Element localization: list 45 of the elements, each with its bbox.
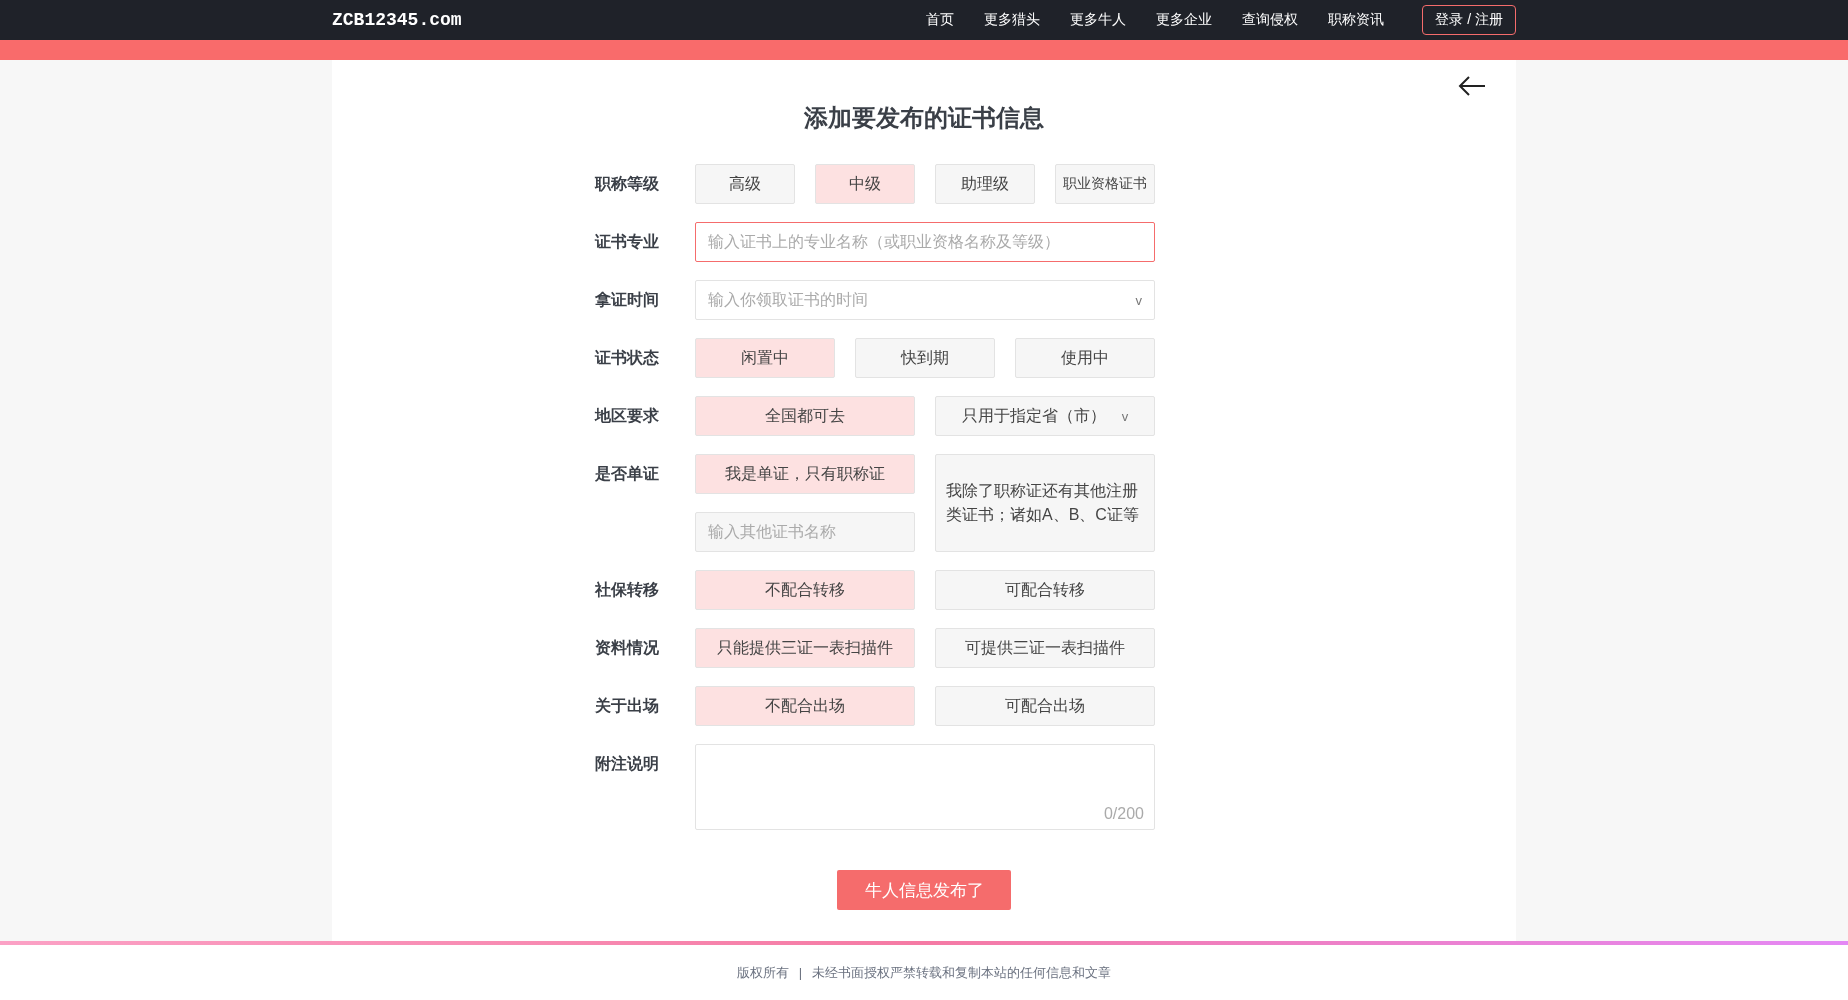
option-button[interactable]: 不配合出场 [695,686,915,726]
option-button[interactable]: 全国都可去 [695,396,915,436]
nav-link[interactable]: 更多牛人 [1070,11,1127,29]
field-label: 职称等级 [595,174,660,194]
field-label: 地区要求 [595,406,660,426]
date-select[interactable]: 输入你领取证书的时间 v [695,280,1155,320]
option-button[interactable]: 助理级 [935,164,1035,204]
nav-link[interactable]: 首页 [926,11,955,29]
nav-link[interactable]: 查询侵权 [1242,11,1299,29]
province-dropdown[interactable]: 只用于指定省（市） v [935,396,1155,436]
field-label: 附注说明 [595,754,660,774]
option-button[interactable]: 使用中 [1015,338,1155,378]
field-label: 证书专业 [595,232,660,252]
caret-icon: v [1121,408,1129,424]
login-button[interactable]: 登录 / 注册 [1422,5,1516,35]
char-counter: 0/200 [1103,805,1144,823]
option-button[interactable]: 不配合转移 [695,570,915,610]
option-button[interactable]: 可提供三证一表扫描件 [935,628,1155,668]
option-button[interactable]: 可配合转移 [935,570,1155,610]
field-label: 拿证时间 [595,290,660,310]
option-button[interactable]: 闲置中 [695,338,835,378]
nav-link[interactable]: 职称资讯 [1328,11,1385,29]
footer-text: 未经书面授权严禁转载和复制本站的任何信息和文章 [812,963,1112,982]
form-title: 添加要发布的证书信息 [804,103,1044,133]
nav-link[interactable]: 更多猎头 [984,11,1041,29]
field-label: 证书状态 [595,348,660,368]
back-arrow-icon[interactable] [1458,76,1486,96]
text-input[interactable]: 输入证书上的专业名称（或职业资格名称及等级） [695,222,1155,262]
field-label: 资料情况 [595,638,660,658]
site-logo[interactable]: ZCB12345.com [332,10,462,30]
option-button[interactable]: 快到期 [855,338,995,378]
field-label: 社保转移 [595,580,660,600]
footer-text: | [798,965,803,980]
option-button[interactable]: 高级 [695,164,795,204]
option-button[interactable]: 职业资格证书 [1055,164,1155,204]
field-label: 是否单证 [595,464,660,484]
field-label: 关于出场 [595,696,660,716]
option-button[interactable]: 我是单证，只有职称证 [695,454,915,494]
option-button[interactable]: 只能提供三证一表扫描件 [695,628,915,668]
option-button[interactable]: 可配合出场 [935,686,1155,726]
nav-link[interactable]: 更多企业 [1156,11,1213,29]
option-button[interactable]: 我除了职称证还有其他注册类证书；诸如A、B、C证等 [935,454,1155,552]
option-button[interactable]: 中级 [815,164,915,204]
footer-text: 版权所有 [736,963,789,982]
caret-icon: v [1135,292,1142,308]
